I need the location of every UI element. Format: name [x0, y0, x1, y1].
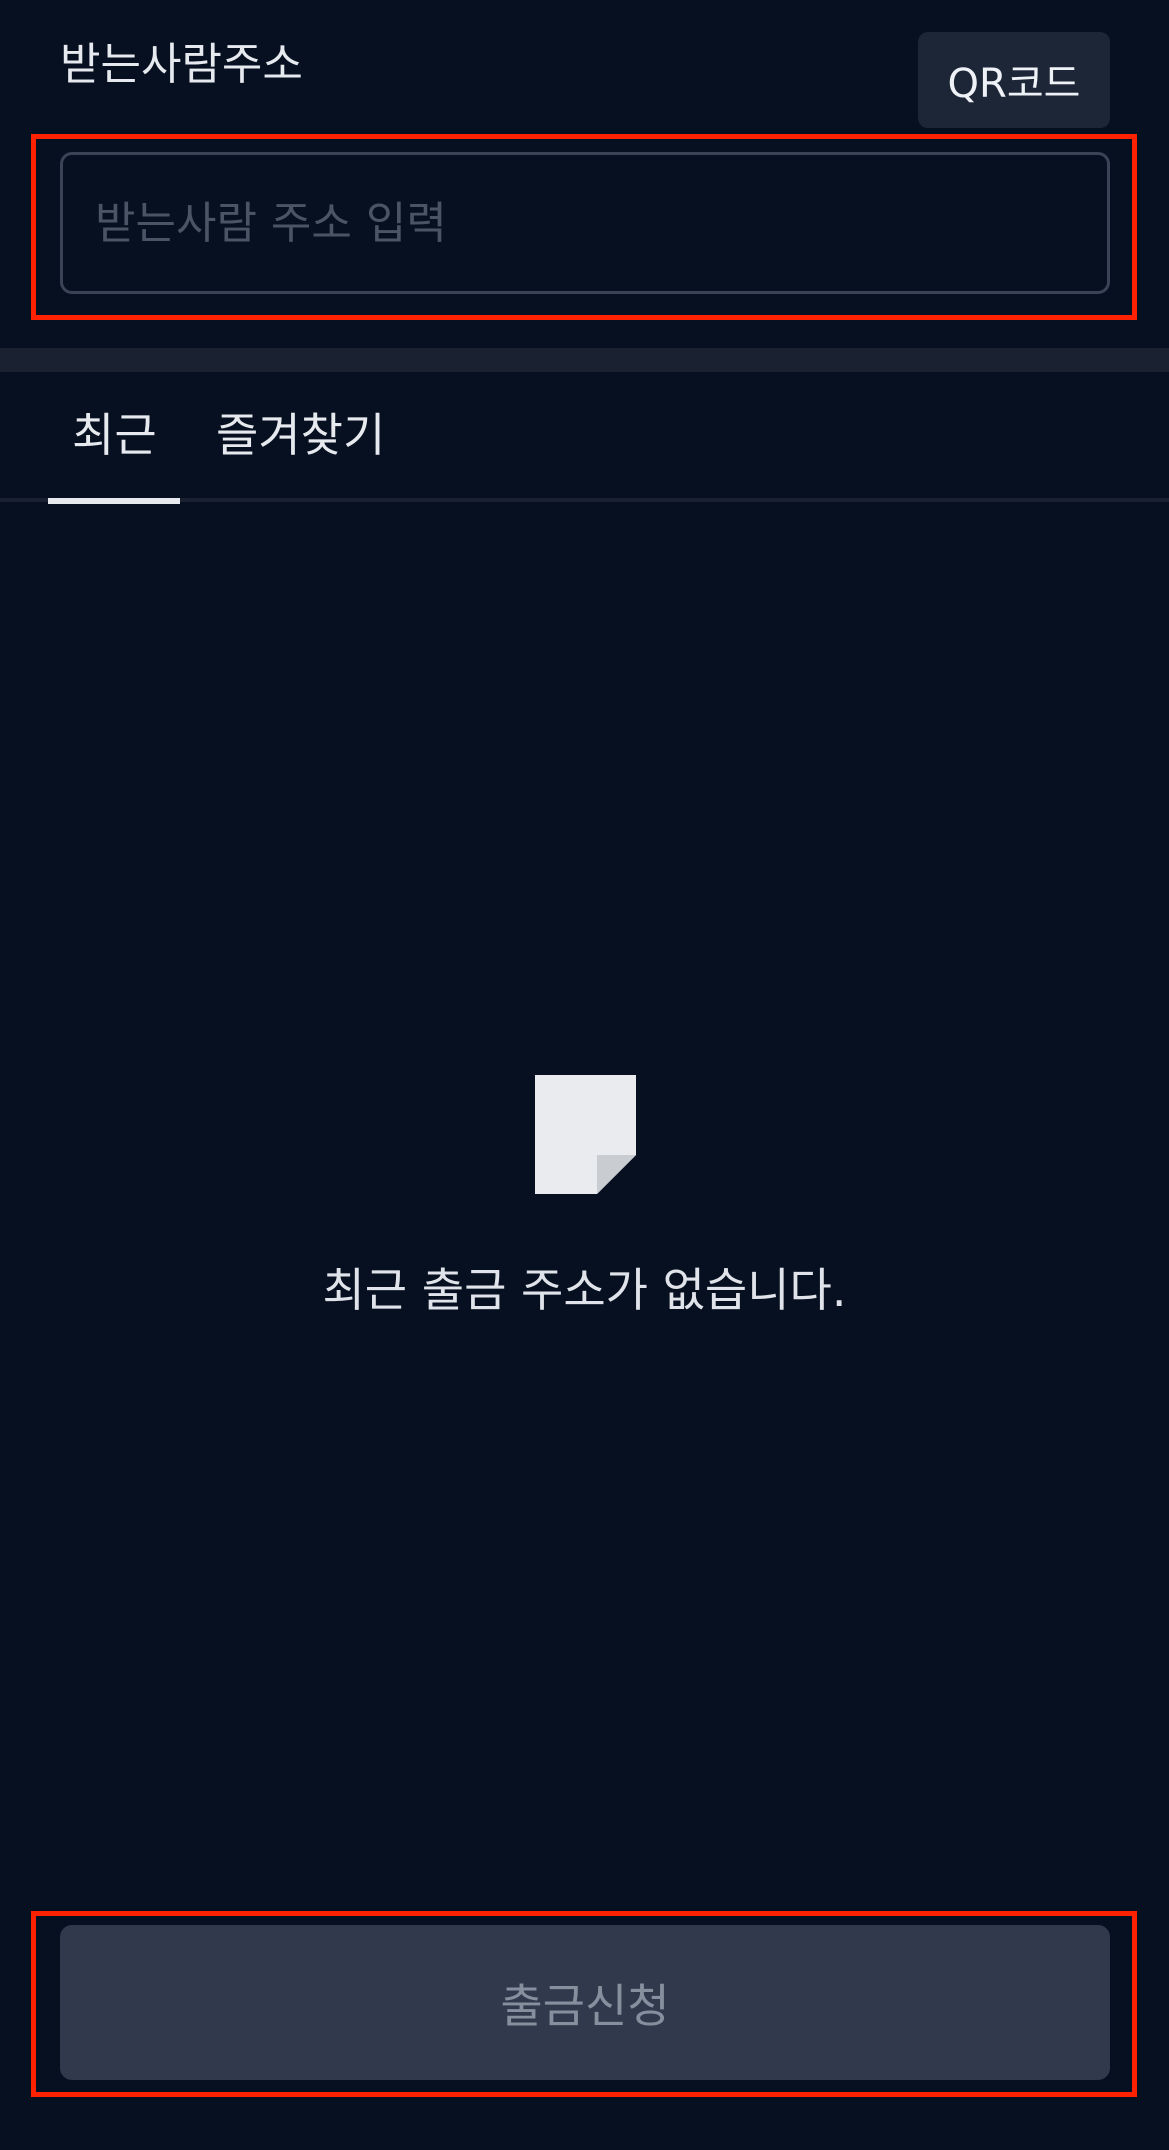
recipient-address-input[interactable]: [60, 152, 1110, 294]
empty-state-message: 최근 출금 주소가 없습니다.: [322, 1263, 847, 1317]
active-tab-indicator: [48, 498, 180, 504]
tab-favorites[interactable]: 즐겨찾기: [216, 400, 385, 470]
document-icon: [535, 1075, 636, 1194]
section-divider: [0, 348, 1169, 372]
tab-recent[interactable]: 최근: [72, 400, 157, 470]
recipient-address-label: 받는사람주소: [60, 39, 303, 90]
withdraw-request-button[interactable]: 출금신청: [60, 1925, 1110, 2080]
empty-state-document-icon: [535, 1075, 636, 1194]
qr-code-button[interactable]: QR코드: [918, 32, 1110, 128]
